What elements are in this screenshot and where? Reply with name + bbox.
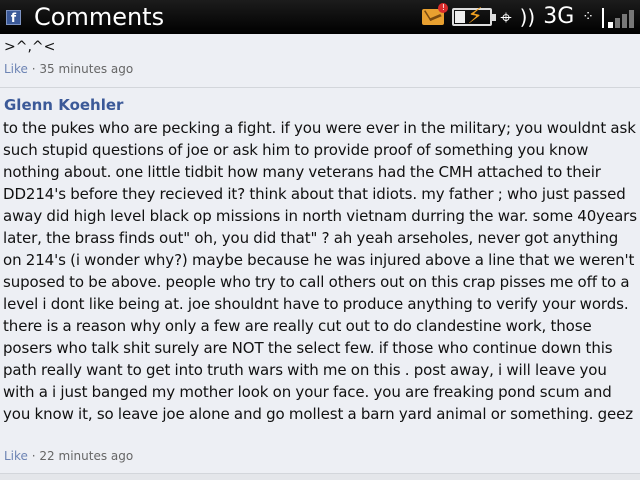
page-title: Comments xyxy=(34,3,165,31)
comment-time: 22 minutes ago xyxy=(39,449,134,463)
signal-icon xyxy=(602,6,634,28)
mail-icon[interactable]: ! xyxy=(422,3,449,25)
comment-meta: Like · 35 minutes ago xyxy=(4,61,133,77)
status-icons: ! ⚡ ⌖ )) 3G ⁘ xyxy=(422,3,634,30)
comment-text: to the pukes who are pecking a fight. if… xyxy=(3,119,637,423)
like-link[interactable]: Like xyxy=(4,449,28,463)
comment-time: 35 minutes ago xyxy=(39,62,134,76)
wifi-signal-icon: )) xyxy=(519,5,536,29)
comment-item: Glenn Koehler to the pukes who are pecki… xyxy=(0,89,640,474)
network-type: 3G xyxy=(543,4,575,29)
gps-icon: ⌖ xyxy=(500,5,512,29)
comment-meta: Like · 22 minutes ago xyxy=(4,448,133,464)
battery-charging-icon: ⚡ xyxy=(452,4,497,29)
meta-separator: · xyxy=(31,449,36,463)
like-link[interactable]: Like xyxy=(4,62,28,76)
comment-author[interactable]: Glenn Koehler xyxy=(4,96,123,114)
comment-text: >^,^< xyxy=(4,39,56,55)
comment-item: >^,^< Like · 35 minutes ago xyxy=(0,34,640,88)
facebook-logo-icon: f xyxy=(6,10,21,25)
blackberry-icon: ⁘ xyxy=(582,9,594,25)
mail-badge: ! xyxy=(438,3,449,13)
status-bar: f Comments ! ⚡ ⌖ )) 3G ⁘ xyxy=(0,0,640,34)
meta-separator: · xyxy=(31,62,36,76)
next-comment-edge xyxy=(0,474,640,480)
